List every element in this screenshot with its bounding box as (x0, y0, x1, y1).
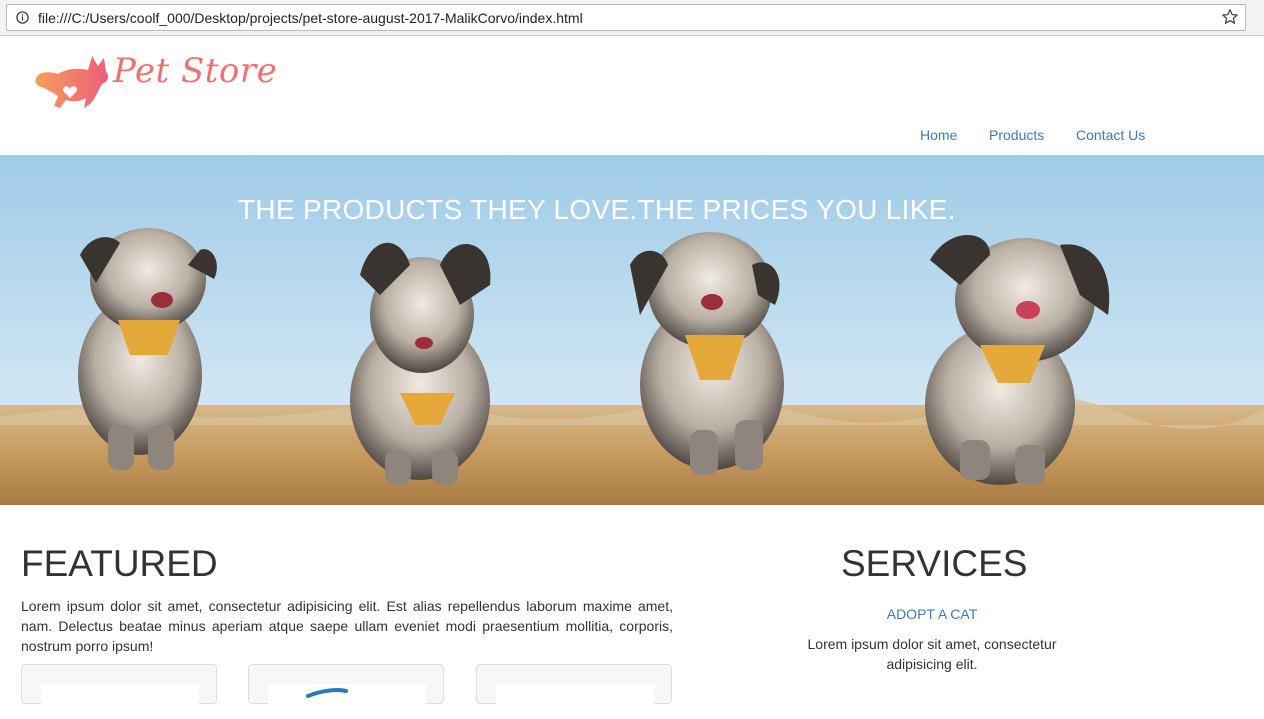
url-field[interactable]: file:///C:/Users/coolf_000/Desktop/proje… (6, 4, 1246, 31)
featured-description: Lorem ipsum dolor sit amet, consectetur … (21, 598, 673, 654)
product-card[interactable] (248, 664, 444, 714)
product-card[interactable] (21, 664, 217, 714)
product-image[interactable] (268, 684, 426, 714)
hero-banner: THE PRODUCTS THEY LOVE.THE PRICES YOU LI… (0, 155, 1264, 505)
product-thumbnail-icon (306, 688, 348, 698)
featured-heading: FEATURED (21, 543, 218, 584)
nav-products-link[interactable]: Products (989, 127, 1044, 143)
product-card[interactable] (476, 664, 672, 714)
adopt-a-cat-link[interactable]: ADOPT A CAT (800, 606, 1064, 622)
info-icon[interactable] (16, 11, 29, 24)
nav-contact-link[interactable]: Contact Us (1076, 127, 1145, 143)
bookmark-star-icon[interactable] (1221, 8, 1239, 26)
browser-address-bar: file:///C:/Users/coolf_000/Desktop/proje… (0, 0, 1264, 36)
hero-title: THE PRODUCTS THEY LOVE.THE PRICES YOU LI… (238, 194, 956, 225)
nav-home-link[interactable]: Home (920, 127, 957, 143)
product-image[interactable] (496, 684, 654, 714)
services-heading: SERVICES (841, 543, 1028, 584)
url-text: file:///C:/Users/coolf_000/Desktop/proje… (38, 10, 583, 26)
logo-text[interactable]: Pet Store (113, 51, 277, 91)
service-description: Lorem ipsum dolor sit amet, consectetur … (807, 636, 1057, 672)
product-image[interactable] (41, 684, 199, 714)
dog-2 (350, 242, 491, 485)
